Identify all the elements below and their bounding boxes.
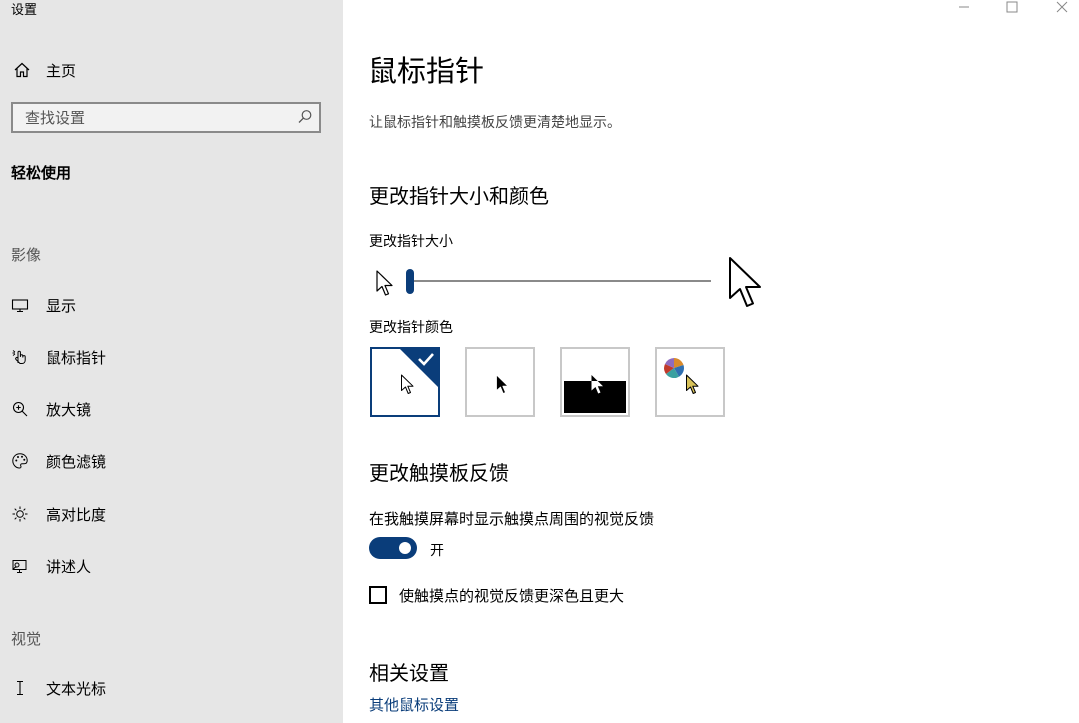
sidebar-item-label: 高对比度 (46, 505, 107, 524)
toggle-state-label: 开 (430, 543, 444, 559)
pointer-color-white-option[interactable] (370, 347, 440, 417)
sidebar-category: 轻松使用 (11, 164, 72, 182)
section-title-size-color: 更改指针大小和颜色 (369, 184, 549, 208)
pointer-color-custom-option[interactable] (655, 347, 725, 417)
sidebar-item-label: 文本光标 (46, 679, 107, 698)
sidebar-item-mouse-pointer[interactable]: 鼠标指针 (10, 345, 106, 369)
sidebar-item-display[interactable]: 显示 (10, 293, 76, 317)
monitor-icon (10, 295, 30, 315)
pointer-color-inverted-option[interactable] (560, 347, 630, 417)
palette-icon (10, 451, 30, 471)
pointer-color-black-option[interactable] (465, 347, 535, 417)
color-wheel-icon (663, 357, 685, 383)
slider-thumb[interactable] (406, 269, 414, 294)
touch-feedback-toggle[interactable] (369, 537, 417, 559)
page-description: 让鼠标指针和触摸板反馈更清楚地显示。 (369, 115, 621, 131)
sidebar-item-label: 鼠标指针 (46, 348, 107, 367)
custom-pointer-icon (685, 374, 701, 400)
inverted-pointer-icon (590, 374, 606, 400)
narrator-icon (10, 556, 30, 576)
additional-mouse-settings-link[interactable]: 其他鼠标设置 (369, 694, 459, 715)
sidebar-item-color-filters[interactable]: 颜色滤镜 (10, 449, 106, 473)
search-box (11, 102, 321, 133)
sidebar-item-label: 放大镜 (46, 400, 92, 419)
sidebar-item-high-contrast[interactable]: 高对比度 (10, 502, 106, 526)
pointer-color-label: 更改指针颜色 (369, 320, 453, 336)
pointer-size-label: 更改指针大小 (369, 234, 453, 250)
sidebar-item-label: 显示 (46, 296, 77, 315)
page-title: 鼠标指针 (368, 54, 485, 88)
small-pointer-icon (375, 270, 395, 302)
sidebar-group-header: 视觉 (11, 630, 42, 648)
checkmark-icon (417, 351, 435, 371)
pointer-size-slider[interactable] (369, 254, 769, 314)
sidebar-group-header: 影像 (11, 246, 42, 264)
minimize-button[interactable] (952, 0, 976, 14)
sidebar-item-label: 颜色滤镜 (46, 452, 107, 471)
app-title: 设置 (11, 3, 38, 18)
sidebar-item-text-cursor[interactable]: 文本光标 (10, 676, 106, 700)
section-title-touch-feedback: 更改触摸板反馈 (369, 461, 509, 485)
sun-icon (10, 504, 30, 524)
darker-larger-feedback-checkbox[interactable] (369, 586, 387, 604)
close-button[interactable] (1050, 0, 1074, 14)
close-icon (1056, 0, 1068, 17)
sidebar-item-home[interactable]: 主页 (12, 58, 76, 82)
darker-larger-feedback-row[interactable]: 使触摸点的视觉反馈更深色且更大 (369, 584, 624, 606)
white-pointer-icon (400, 374, 416, 400)
section-title-related-settings: 相关设置 (369, 661, 449, 685)
toggle-knob (399, 542, 411, 554)
minimize-icon (958, 0, 970, 17)
maximize-icon (1006, 0, 1018, 17)
text-cursor-icon (10, 678, 30, 698)
black-pointer-icon (495, 374, 511, 400)
slider-track[interactable] (409, 280, 711, 282)
sidebar-item-magnifier[interactable]: 放大镜 (10, 397, 91, 421)
sidebar: 设置 主页 轻松使用 影像 显示 鼠标指针 放大镜 颜色 (0, 0, 343, 723)
sidebar-item-narrator[interactable]: 讲述人 (10, 554, 91, 578)
checkbox-label: 使触摸点的视觉反馈更深色且更大 (399, 586, 625, 605)
sidebar-item-label: 讲述人 (46, 557, 92, 576)
search-icon[interactable] (297, 109, 313, 125)
search-input[interactable] (13, 104, 295, 131)
maximize-button[interactable] (1000, 0, 1024, 14)
large-pointer-icon (727, 256, 767, 316)
sidebar-item-label: 主页 (46, 61, 77, 80)
magnifier-icon (10, 399, 30, 419)
home-icon (12, 60, 32, 80)
mouse-pointer-hand-icon (10, 347, 30, 367)
touch-feedback-label: 在我触摸屏幕时显示触摸点周围的视觉反馈 (369, 510, 655, 528)
